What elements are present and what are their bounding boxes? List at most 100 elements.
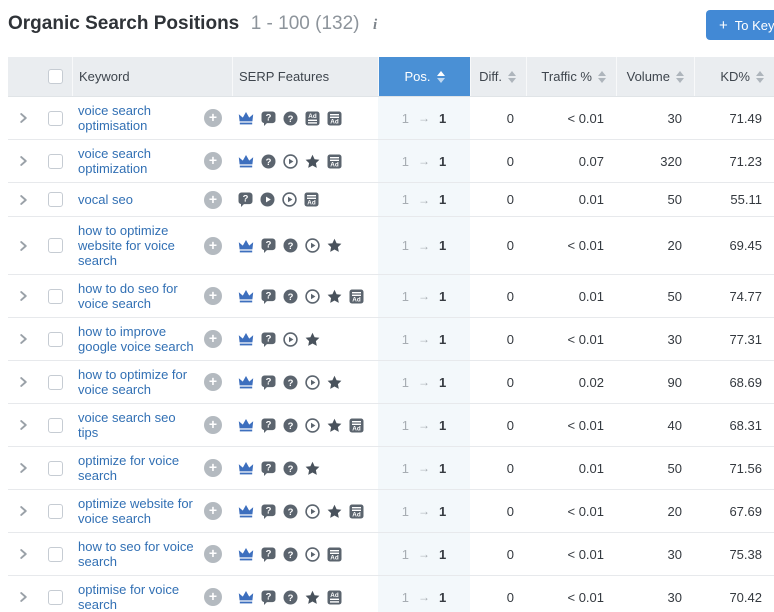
table-row: how to optimize for voice search + ?? 1 … — [8, 361, 774, 404]
svg-text:?: ? — [266, 333, 272, 344]
arrow-right-icon: → — [418, 590, 430, 604]
keyword-link[interactable]: optimize website for voice search — [78, 496, 196, 526]
expand-row-button[interactable] — [8, 183, 38, 216]
keyword-link[interactable]: voice search optimisation — [78, 103, 196, 133]
position-cell: 1 → 1 — [378, 490, 470, 532]
add-keyword-button[interactable]: + — [204, 330, 222, 348]
add-keyword-button[interactable]: + — [204, 191, 222, 209]
expand-row-button[interactable] — [8, 361, 38, 403]
video-icon — [305, 504, 320, 519]
featured-video-icon — [260, 192, 275, 207]
row-checkbox[interactable] — [48, 504, 63, 519]
table-row: voice search optimization + ?Ad 1 → 1 0 … — [8, 140, 774, 183]
add-keyword-button[interactable]: + — [204, 588, 222, 606]
svg-text:?: ? — [288, 292, 294, 303]
add-keyword-button[interactable]: + — [204, 373, 222, 391]
position-current: 1 — [439, 111, 446, 126]
expand-row-button[interactable] — [8, 97, 38, 139]
header-select-all — [38, 57, 72, 96]
info-icon[interactable]: i — [373, 17, 377, 33]
row-checkbox[interactable] — [48, 111, 63, 126]
keyword-link[interactable]: how to optimize website for voice search — [78, 223, 196, 268]
diff-cell: 0 — [470, 275, 526, 317]
row-checkbox[interactable] — [48, 154, 63, 169]
video-icon — [305, 418, 320, 433]
arrow-right-icon: → — [418, 289, 430, 303]
expand-row-button[interactable] — [8, 576, 38, 612]
kd-cell: 75.38 — [694, 533, 774, 575]
row-checkbox[interactable] — [48, 289, 63, 304]
add-keyword-button[interactable]: + — [204, 237, 222, 255]
row-checkbox[interactable] — [48, 192, 63, 207]
row-checkbox[interactable] — [48, 590, 63, 605]
people-also-ask-icon: ? — [261, 590, 276, 605]
expand-row-button[interactable] — [8, 404, 38, 446]
row-checkbox[interactable] — [48, 461, 63, 476]
keyword-cell: voice search seo tips + — [72, 404, 232, 446]
expand-row-button[interactable] — [8, 533, 38, 575]
add-keyword-button[interactable]: + — [204, 287, 222, 305]
video-icon — [283, 332, 298, 347]
people-also-ask-icon: ? — [261, 461, 276, 476]
volume-cell: 30 — [616, 576, 694, 612]
volume-cell: 50 — [616, 447, 694, 489]
people-also-ask-icon: ? — [238, 192, 253, 207]
row-checkbox[interactable] — [48, 375, 63, 390]
expand-row-button[interactable] — [8, 447, 38, 489]
keyword-link[interactable]: how to do seo for voice search — [78, 281, 196, 311]
keyword-link[interactable]: how to seo for voice search — [78, 539, 196, 569]
add-keyword-button[interactable]: + — [204, 416, 222, 434]
featured-snippet-icon — [238, 461, 254, 475]
add-to-keywords-button[interactable]: +To Key — [706, 10, 774, 40]
svg-text:?: ? — [266, 376, 272, 387]
header-traffic-label: Traffic % — [541, 69, 592, 84]
keyword-link[interactable]: voice search optimization — [78, 146, 196, 176]
position-current: 1 — [439, 461, 446, 476]
header-kd-sort[interactable]: KD% — [694, 57, 774, 96]
expand-row-button[interactable] — [8, 318, 38, 360]
row-checkbox[interactable] — [48, 547, 63, 562]
header-keyword: Keyword — [72, 57, 232, 96]
keyword-link[interactable]: optimise for voice search — [78, 582, 196, 612]
row-select-cell — [38, 576, 72, 612]
add-keyword-button[interactable]: + — [204, 545, 222, 563]
featured-snippet-icon — [238, 111, 254, 125]
position-current: 1 — [439, 289, 446, 304]
table-body: voice search optimisation + ??AdAd 1 → 1… — [8, 97, 774, 612]
table-row: optimize website for voice search + ??Ad… — [8, 490, 774, 533]
row-select-cell — [38, 318, 72, 360]
arrow-right-icon: → — [418, 418, 430, 432]
result-range: 1 - 100 (132) — [251, 13, 360, 34]
row-checkbox[interactable] — [48, 332, 63, 347]
add-keyword-button[interactable]: + — [204, 459, 222, 477]
position-cell: 1 → 1 — [378, 140, 470, 182]
header-volume-sort[interactable]: Volume — [616, 57, 694, 96]
add-keyword-button[interactable]: + — [204, 152, 222, 170]
keyword-link[interactable]: voice search seo tips — [78, 410, 196, 440]
reviews-icon — [327, 289, 342, 304]
keyword-cell: how to optimize for voice search + — [72, 361, 232, 403]
header-pos-sort[interactable]: Pos. — [378, 57, 470, 96]
select-all-checkbox[interactable] — [48, 69, 63, 84]
row-checkbox[interactable] — [48, 418, 63, 433]
position-cell: 1 → 1 — [378, 183, 470, 216]
header-kd-label: KD% — [720, 69, 750, 84]
expand-row-button[interactable] — [8, 275, 38, 317]
header-diff-sort[interactable]: Diff. — [470, 57, 526, 96]
expand-row-button[interactable] — [8, 490, 38, 532]
traffic-cell: < 0.01 — [526, 490, 616, 532]
header-traffic-sort[interactable]: Traffic % — [526, 57, 616, 96]
add-keyword-button[interactable]: + — [204, 502, 222, 520]
expand-row-button[interactable] — [8, 217, 38, 274]
keyword-link[interactable]: vocal seo — [78, 192, 133, 207]
row-checkbox[interactable] — [48, 238, 63, 253]
keyword-link[interactable]: how to improve google voice search — [78, 324, 196, 354]
keyword-link[interactable]: optimize for voice search — [78, 453, 196, 483]
reviews-icon — [305, 590, 320, 605]
expand-row-button[interactable] — [8, 140, 38, 182]
keyword-cell: optimise for voice search + — [72, 576, 232, 612]
people-also-ask-icon: ? — [261, 418, 276, 433]
keyword-link[interactable]: how to optimize for voice search — [78, 367, 196, 397]
add-keyword-button[interactable]: + — [204, 109, 222, 127]
volume-cell: 20 — [616, 217, 694, 274]
